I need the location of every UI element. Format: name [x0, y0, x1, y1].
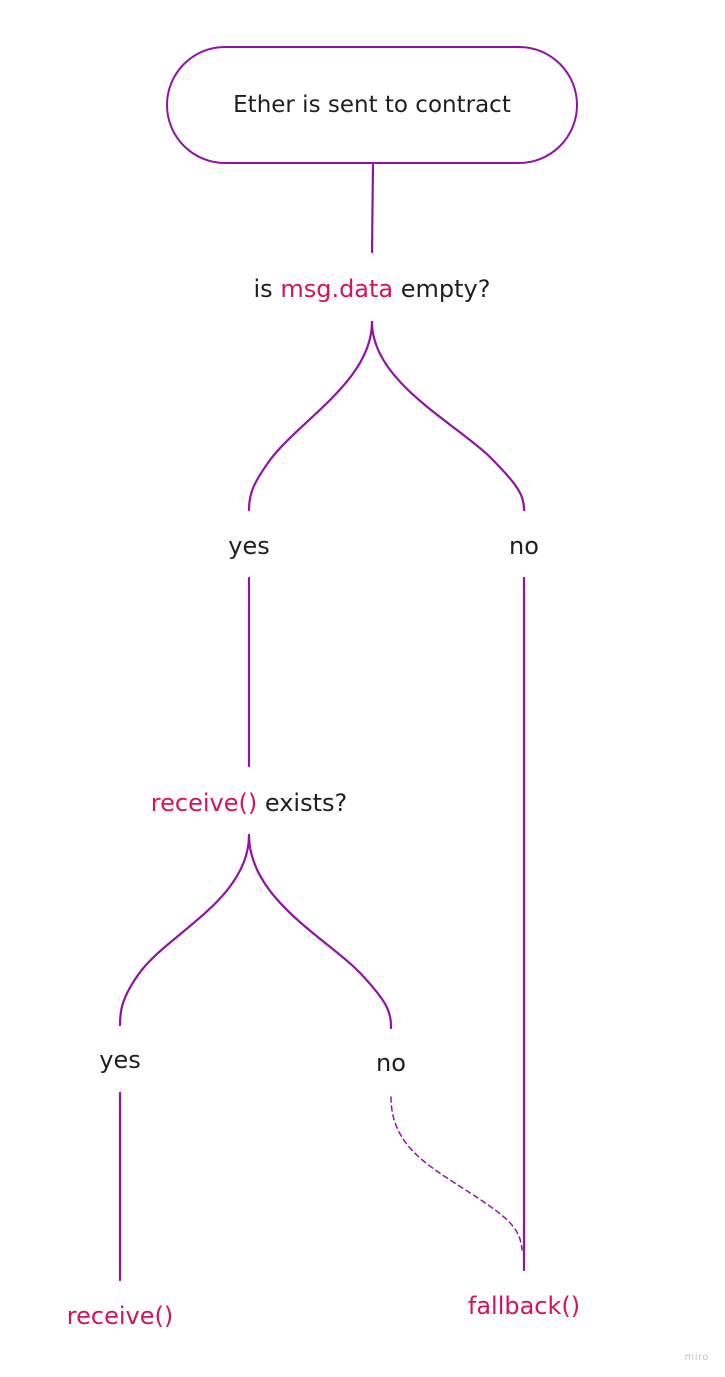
question2-suffix: exists? [257, 789, 348, 817]
connector-question1-to-no [370, 320, 526, 512]
outcome-fallback: fallback() [467, 1292, 581, 1320]
question-receive-exists: receive() exists? [151, 791, 347, 815]
question1-code: msg.data [280, 275, 394, 303]
branch2-no-label: no [376, 1049, 406, 1077]
question2-code: receive() [150, 789, 258, 817]
start-node: Ether is sent to contract [166, 46, 578, 164]
start-label: Ether is sent to contract [233, 92, 511, 118]
question1-prefix: is [253, 275, 281, 303]
question-msg-data-empty: is msg.data empty? [254, 277, 491, 301]
connector-start-to-question1 [370, 163, 375, 254]
question1-suffix: empty? [393, 275, 491, 303]
branch1-yes-label: yes [228, 532, 270, 560]
miro-watermark: miro [684, 1352, 709, 1363]
outcome-receive: receive() [66, 1302, 174, 1330]
branch2-yes-label: yes [99, 1046, 141, 1074]
connector-question2-to-no [247, 833, 393, 1030]
connector-no-to-fallback-dashed [390, 1096, 523, 1251]
connector-question1-to-yes [247, 320, 374, 512]
connector-lines [118, 163, 526, 1282]
connector-question2-to-yes [118, 833, 251, 1027]
branch1-no-label: no [509, 532, 539, 560]
